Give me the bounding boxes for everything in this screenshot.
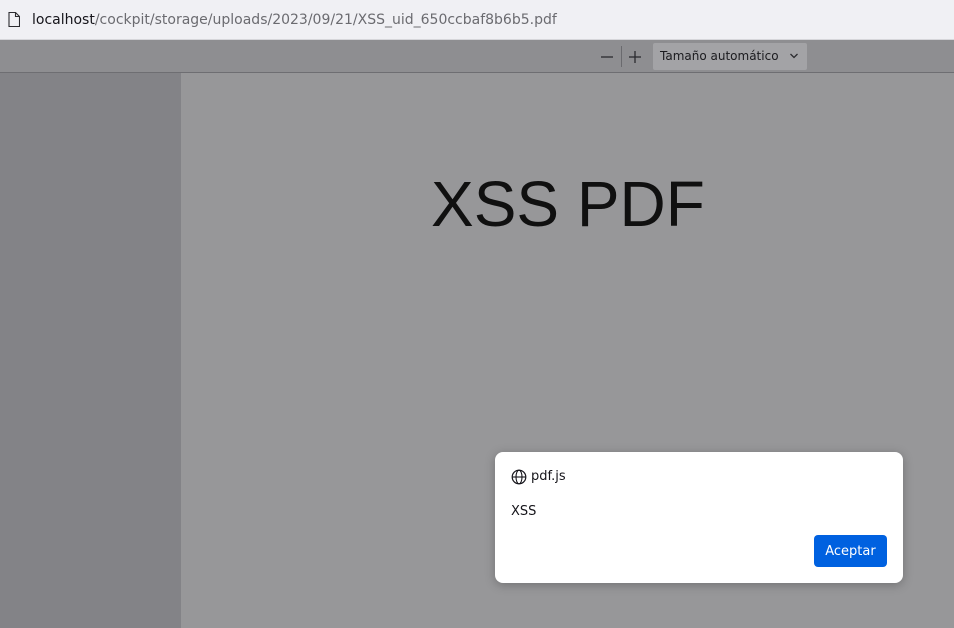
dialog-origin: pdf.js xyxy=(531,469,566,484)
scale-select[interactable]: Tamaño automático xyxy=(653,43,807,70)
scale-select-value: Tamaño automático xyxy=(660,49,779,63)
plus-icon xyxy=(629,51,641,63)
url-host: localhost xyxy=(32,12,95,28)
page-icon xyxy=(8,12,20,27)
chevron-down-icon xyxy=(790,53,798,59)
sidebar-panel xyxy=(0,73,181,628)
pdf-toolbar: Tamaño automático xyxy=(0,40,954,73)
address-bar[interactable]: localhost/cockpit/storage/uploads/2023/0… xyxy=(0,0,954,40)
zoom-in-button[interactable] xyxy=(623,45,647,69)
dialog-message: XSS xyxy=(511,504,537,519)
globe-icon xyxy=(511,469,527,485)
toolbar-separator xyxy=(621,46,622,67)
url-path: /cockpit/storage/uploads/2023/09/21/XSS_… xyxy=(94,12,557,28)
zoom-out-button[interactable] xyxy=(595,45,619,69)
pdf-heading: XSS PDF xyxy=(431,168,705,240)
accept-button[interactable]: Aceptar xyxy=(814,535,887,567)
url-text[interactable]: localhost/cockpit/storage/uploads/2023/0… xyxy=(32,12,557,28)
minus-icon xyxy=(601,56,613,58)
alert-dialog: pdf.js XSS Aceptar xyxy=(495,452,903,583)
